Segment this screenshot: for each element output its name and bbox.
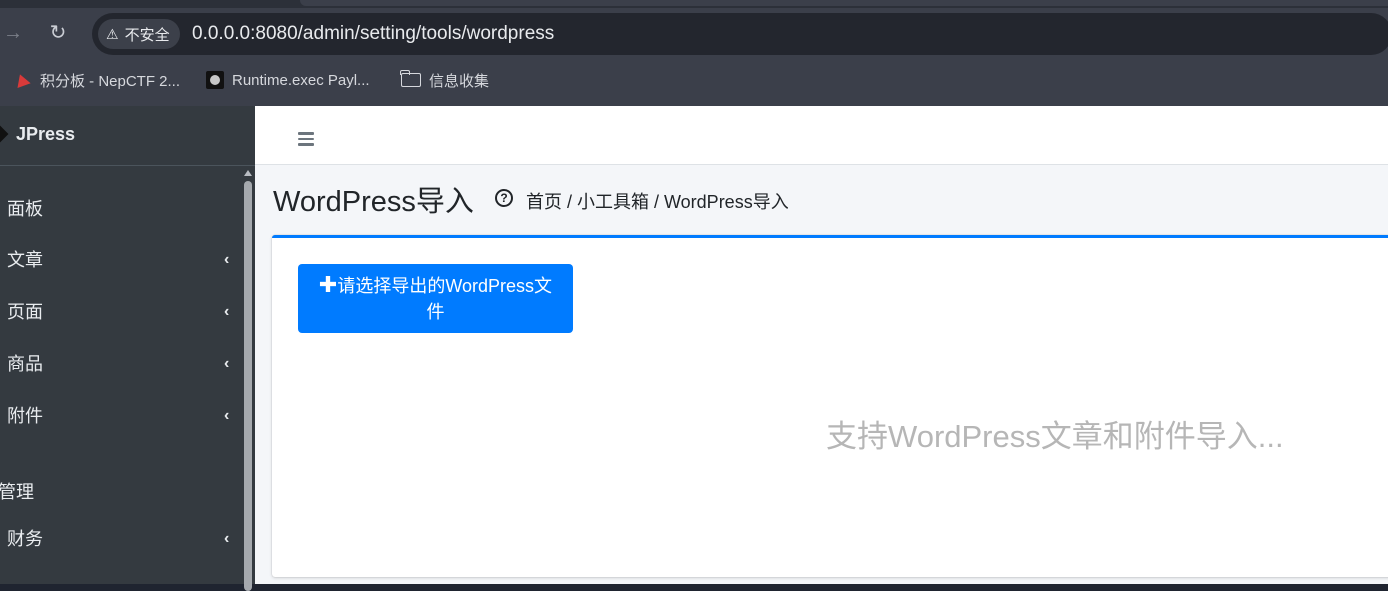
reload-icon[interactable]: ↻	[45, 20, 71, 46]
sidebar-item-dashboard[interactable]: 面板	[0, 189, 240, 229]
security-label: 不安全	[124, 26, 170, 44]
sidebar-item-pages[interactable]: 页面 ‹	[0, 292, 240, 332]
bookmark-label: Runtime.exec Payl...	[232, 71, 370, 89]
sidebar-item-products[interactable]: 商品 ‹	[0, 344, 240, 384]
url-text[interactable]: 0.0.0.0:8080/admin/setting/tools/wordpre…	[192, 13, 554, 55]
upload-hint: 支持WordPress文章和附件导入...	[826, 419, 1284, 454]
top-navbar	[255, 106, 1388, 165]
hamburger-menu-icon[interactable]	[298, 132, 314, 146]
import-card: ✚请选择导出的WordPress文件 支持WordPress文章和附件导入...	[272, 235, 1388, 577]
sidebar-scrollbar[interactable]	[241, 166, 255, 591]
chevron-left-icon: ‹	[224, 407, 230, 424]
address-bar[interactable]: ⚠ 不安全 0.0.0.0:8080/admin/setting/tools/w…	[92, 13, 1388, 55]
bookmark-nepctf[interactable]: 积分板 - NepCTF 2...	[14, 62, 180, 98]
sidebar-item-label: 面板	[7, 199, 43, 219]
sidebar-item-label: 附件	[7, 406, 43, 426]
brand-logo-icon	[0, 125, 9, 143]
nepctf-icon	[14, 71, 32, 89]
help-icon[interactable]: ?	[495, 189, 513, 207]
bookmark-runtime[interactable]: Runtime.exec Payl...	[206, 62, 370, 98]
bookmarks-bar: 积分板 - NepCTF 2... Runtime.exec Payl... 信…	[0, 62, 1388, 98]
sidebar: JPress 面板 文章 ‹ 页面 ‹ 商品 ‹ 附件 ‹ 管理 财务 ‹	[0, 106, 255, 591]
active-tab-edge	[300, 0, 1388, 6]
sidebar-item-label: 页面	[7, 302, 43, 322]
sidebar-item-attachments[interactable]: 附件 ‹	[0, 396, 240, 436]
chevron-left-icon: ‹	[224, 251, 230, 268]
sidebar-item-label: 商品	[7, 354, 43, 374]
page-title: WordPress导入	[273, 186, 474, 218]
scroll-up-icon[interactable]	[244, 170, 252, 176]
sidebar-item-finance[interactable]: 财务 ‹	[0, 519, 240, 559]
navigation-bar: → ↻ ⚠ 不安全 0.0.0.0:8080/admin/setting/too…	[0, 8, 1388, 60]
warning-icon: ⚠	[106, 25, 119, 42]
chevron-left-icon: ‹	[224, 355, 230, 372]
runtime-icon	[206, 71, 224, 89]
sidebar-item-label: 文章	[7, 250, 43, 270]
select-wordpress-file-button[interactable]: ✚请选择导出的WordPress文件	[298, 264, 573, 333]
scroll-thumb[interactable]	[244, 181, 252, 591]
plus-icon: ✚	[318, 272, 338, 297]
chevron-left-icon: ‹	[224, 303, 230, 320]
bookmark-label: 信息收集	[429, 72, 490, 90]
sidebar-section-header: 管理	[0, 482, 34, 502]
forward-icon[interactable]: →	[0, 20, 26, 46]
bookmark-label: 积分板 - NepCTF 2...	[40, 72, 181, 90]
brand-name: JPress	[16, 124, 76, 144]
sidebar-item-label: 财务	[7, 529, 43, 549]
bookmark-folder-info[interactable]: 信息收集	[400, 62, 490, 98]
folder-icon	[400, 70, 421, 87]
chevron-left-icon: ‹	[224, 530, 230, 547]
brand[interactable]: JPress	[0, 106, 255, 166]
main-content: WordPress导入 ? 首页 / 小工具箱 / WordPress导入 ✚请…	[255, 106, 1388, 584]
breadcrumb[interactable]: 首页 / 小工具箱 / WordPress导入	[526, 188, 789, 214]
sidebar-item-articles[interactable]: 文章 ‹	[0, 240, 240, 280]
browser-chrome: → ↻ ⚠ 不安全 0.0.0.0:8080/admin/setting/too…	[0, 0, 1388, 106]
security-chip[interactable]: ⚠ 不安全	[98, 19, 180, 49]
upload-button-label: 请选择导出的WordPress文件	[337, 276, 553, 322]
